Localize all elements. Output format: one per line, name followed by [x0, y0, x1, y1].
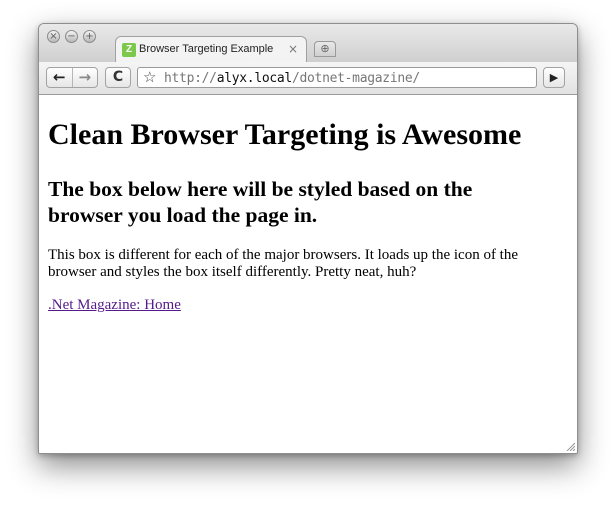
nav-buttons: ← → [46, 67, 98, 88]
home-link[interactable]: .Net Magazine: Home [48, 297, 181, 314]
close-window-icon[interactable]: × [47, 30, 60, 43]
minimize-window-icon[interactable]: − [65, 30, 78, 43]
go-button[interactable]: ▶ [543, 67, 565, 88]
address-bar[interactable]: ☆ http://alyx.local/dotnet-magazine/ [137, 67, 537, 88]
toolbar: ← → C ☆ http://alyx.local/dotnet-magazin… [39, 62, 577, 95]
page-content: Clean Browser Targeting is Awesome The b… [39, 95, 577, 453]
page-subtitle: The box below here will be styled based … [48, 177, 473, 227]
resize-grip-icon[interactable] [565, 441, 575, 451]
bookmark-star-icon[interactable]: ☆ [143, 68, 156, 87]
favicon-icon: Z [122, 43, 136, 57]
browser-window: × − + Z Browser Targeting Example × ⊕ ← … [38, 23, 578, 454]
url-text[interactable]: http://alyx.local/dotnet-magazine/ [164, 71, 420, 86]
back-button[interactable]: ← [47, 68, 73, 87]
description-text: This box is different for each of the ma… [48, 247, 519, 280]
plus-icon: ⊕ [320, 43, 330, 55]
tab-active[interactable]: Z Browser Targeting Example × [115, 36, 307, 62]
url-scheme: http:// [164, 71, 217, 86]
title-bar: × − + Z Browser Targeting Example × ⊕ [39, 24, 577, 62]
tab-close-icon[interactable]: × [288, 42, 298, 56]
url-path: /dotnet-magazine/ [291, 71, 420, 86]
url-host: alyx.local [216, 71, 293, 86]
reload-button[interactable]: C [105, 67, 131, 88]
tab-title: Browser Targeting Example [139, 43, 274, 55]
zoom-window-icon[interactable]: + [83, 30, 96, 43]
page-title: Clean Browser Targeting is Awesome [48, 118, 522, 151]
forward-button[interactable]: → [73, 68, 98, 87]
new-tab-button[interactable]: ⊕ [314, 41, 336, 57]
window-controls: × − + [47, 30, 96, 43]
